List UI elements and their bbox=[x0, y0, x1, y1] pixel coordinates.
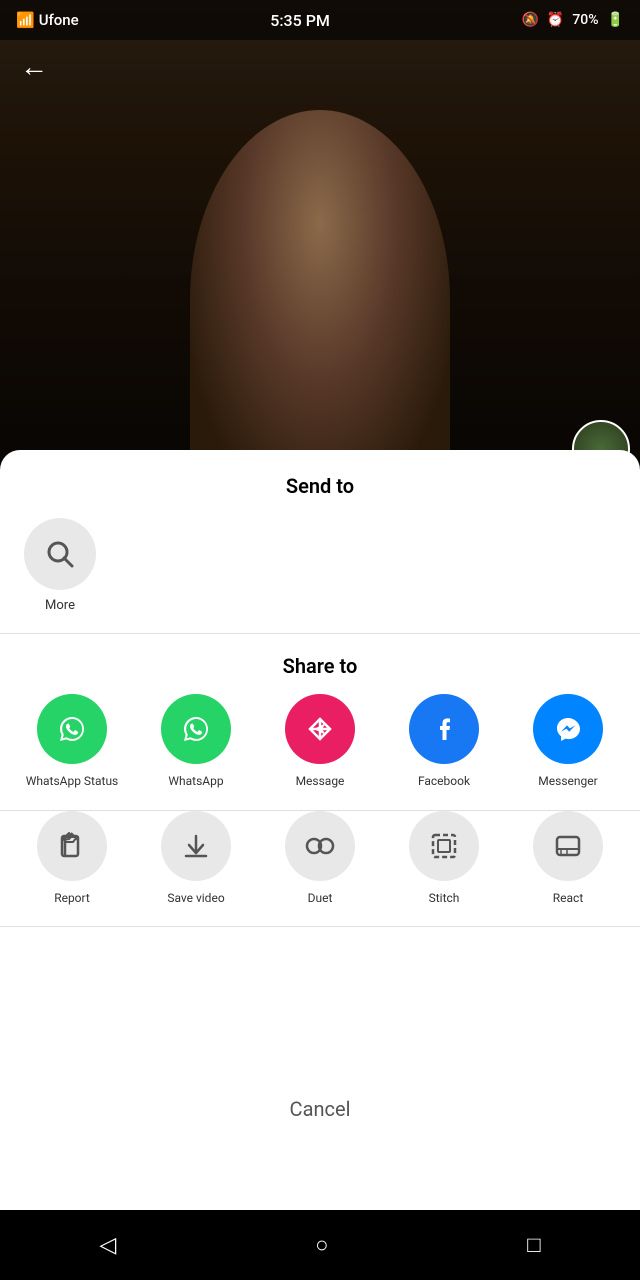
whatsapp-status-label: WhatsApp Status bbox=[26, 774, 119, 790]
cancel-button[interactable]: Cancel bbox=[290, 1097, 351, 1121]
system-icons: 🔕 ⏰ 70% 🔋 bbox=[521, 12, 624, 28]
save-video-icon bbox=[161, 811, 231, 881]
recent-row: More bbox=[0, 508, 640, 633]
navigation-bar: ◁ ○ □ bbox=[0, 1210, 640, 1280]
facebook-icon bbox=[409, 694, 479, 764]
share-to-title: Share to bbox=[0, 634, 640, 694]
share-duet[interactable]: Duet bbox=[270, 811, 370, 907]
battery-level: 70% bbox=[572, 12, 598, 28]
stitch-icon bbox=[409, 811, 479, 881]
messenger-icon bbox=[533, 694, 603, 764]
video-background bbox=[0, 0, 640, 490]
more-item[interactable]: More bbox=[20, 518, 100, 613]
nav-back-button[interactable]: ◁ bbox=[99, 1233, 116, 1258]
react-label: React bbox=[553, 891, 584, 907]
divider-3 bbox=[0, 926, 640, 927]
share-whatsapp[interactable]: WhatsApp bbox=[146, 694, 246, 790]
share-messenger[interactable]: Messenger bbox=[518, 694, 618, 790]
message-icon bbox=[285, 694, 355, 764]
bottom-sheet: Send to More Share to Whats bbox=[0, 450, 640, 1280]
share-react[interactable]: React bbox=[518, 811, 618, 907]
more-label: More bbox=[45, 598, 75, 613]
battery-icon: 🔋 bbox=[607, 12, 624, 28]
save-video-label: Save video bbox=[167, 891, 224, 907]
back-button[interactable]: ← bbox=[20, 50, 48, 83]
duet-label: Duet bbox=[308, 891, 333, 907]
send-to-title: Send to bbox=[0, 450, 640, 508]
message-label: Message bbox=[296, 774, 345, 790]
share-stitch[interactable]: Stitch bbox=[394, 811, 494, 907]
whatsapp-icon bbox=[161, 694, 231, 764]
nav-home-button[interactable]: ○ bbox=[315, 1232, 328, 1258]
whatsapp-label: WhatsApp bbox=[168, 774, 223, 790]
facebook-label: Facebook bbox=[418, 774, 470, 790]
alarm-icon: ⏰ bbox=[547, 12, 564, 28]
duet-icon bbox=[285, 811, 355, 881]
signal-icon: 📶 bbox=[16, 11, 35, 29]
clock: 5:35 PM bbox=[270, 11, 330, 30]
carrier-info: 📶 Ufone bbox=[16, 11, 79, 29]
share-save-video[interactable]: Save video bbox=[146, 811, 246, 907]
share-row-1: WhatsApp Status WhatsApp bbox=[0, 694, 640, 810]
report-icon bbox=[37, 811, 107, 881]
nav-recent-button[interactable]: □ bbox=[527, 1232, 540, 1258]
mute-icon: 🔕 bbox=[521, 12, 538, 28]
share-whatsapp-status[interactable]: WhatsApp Status bbox=[22, 694, 122, 790]
messenger-label: Messenger bbox=[538, 774, 597, 790]
share-facebook[interactable]: Facebook bbox=[394, 694, 494, 790]
more-icon-circle bbox=[24, 518, 96, 590]
react-icon bbox=[533, 811, 603, 881]
status-bar: 📶 Ufone 5:35 PM 🔕 ⏰ 70% 🔋 bbox=[0, 0, 640, 40]
whatsapp-status-icon bbox=[37, 694, 107, 764]
share-message[interactable]: Message bbox=[270, 694, 370, 790]
report-label: Report bbox=[54, 891, 90, 907]
stitch-label: Stitch bbox=[429, 891, 460, 907]
share-report[interactable]: Report bbox=[22, 811, 122, 907]
carrier-name: Ufone bbox=[39, 11, 79, 29]
share-row-2: Report Save video Duet bbox=[0, 811, 640, 917]
search-icon bbox=[42, 536, 78, 572]
